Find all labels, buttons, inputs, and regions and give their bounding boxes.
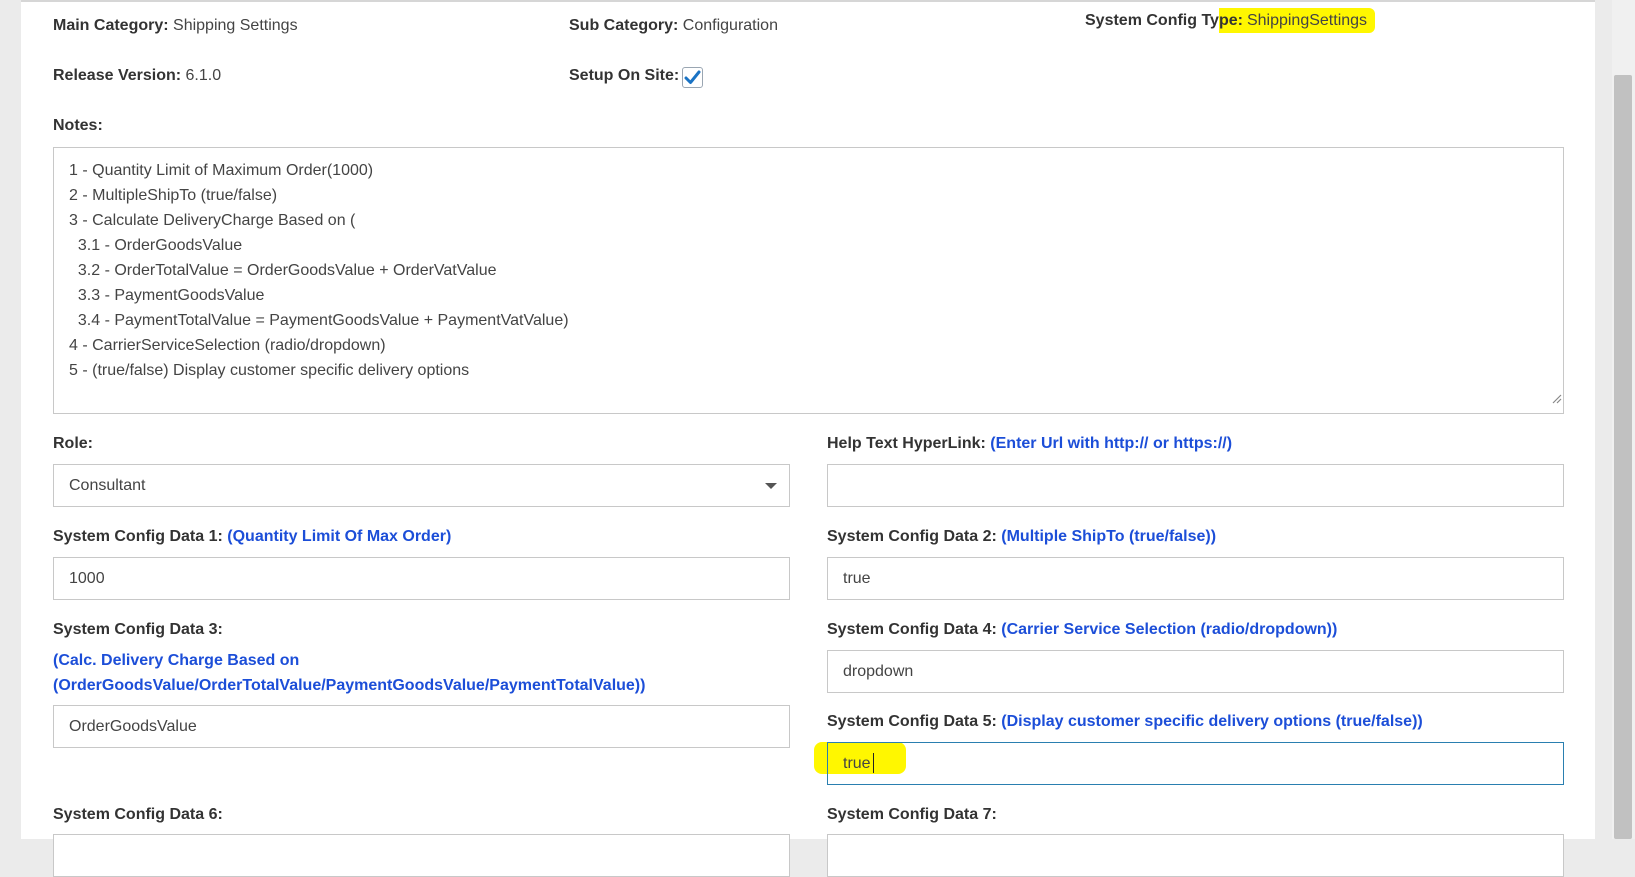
config-data-6-input[interactable]	[53, 834, 790, 877]
config-data-2-label: System Config Data 2:	[827, 528, 997, 545]
resize-grip-icon[interactable]	[1550, 387, 1562, 412]
config-data-4-heading: System Config Data 4: (Carrier Service S…	[827, 621, 1337, 639]
config-data-5-label: System Config Data 5:	[827, 713, 997, 730]
config-data-1-value: 1000	[69, 570, 105, 587]
config-data-3-hint-line1: (Calc. Delivery Charge Based on	[53, 652, 300, 669]
system-config-type-label: System Config Type:	[1085, 8, 1243, 33]
text-caret	[873, 753, 874, 773]
main-category-value: Shipping Settings	[173, 17, 298, 34]
config-data-2-heading: System Config Data 2: (Multiple ShipTo (…	[827, 528, 1216, 546]
sub-category: Sub Category: Configuration	[569, 17, 778, 35]
chevron-down-icon	[765, 483, 777, 489]
main-category: Main Category: Shipping Settings	[53, 17, 298, 35]
config-data-4-input[interactable]: dropdown	[827, 650, 1564, 693]
notes-textarea[interactable]: 1 - Quantity Limit of Maximum Order(1000…	[53, 147, 1564, 414]
config-data-3-label: System Config Data 3:	[53, 621, 223, 638]
sub-category-value: Configuration	[682, 17, 778, 34]
config-data-2-value: true	[843, 570, 871, 587]
config-data-3-hint-line2: (OrderGoodsValue/OrderTotalValue/Payment…	[53, 677, 646, 694]
notes-line: 3.1 - OrderGoodsValue	[69, 237, 243, 254]
config-data-5-value: true	[843, 755, 871, 772]
release-version-label: Release Version:	[53, 67, 182, 84]
config-data-1-label: System Config Data 1:	[53, 528, 223, 545]
checkmark-icon	[684, 70, 701, 84]
main-category-label: Main Category:	[53, 17, 169, 34]
config-data-7-label: System Config Data 7:	[827, 806, 997, 823]
notes-line: 2 - MultipleShipTo (true/false)	[69, 187, 278, 204]
help-link-hint: (Enter Url with http:// or https://)	[990, 435, 1233, 452]
config-data-5-input[interactable]: true	[827, 742, 1564, 785]
sub-category-label: Sub Category:	[569, 17, 679, 34]
release-version: Release Version: 6.1.0	[53, 67, 221, 85]
config-data-5-heading: System Config Data 5: (Display customer …	[827, 713, 1423, 731]
notes-line: 1 - Quantity Limit of Maximum Order(1000…	[69, 162, 374, 179]
notes-line: 3.4 - PaymentTotalValue = PaymentGoodsVa…	[69, 312, 569, 329]
notes-line: 4 - CarrierServiceSelection (radio/dropd…	[69, 337, 386, 354]
role-select[interactable]: Consultant	[53, 464, 790, 507]
release-version-value: 6.1.0	[185, 67, 222, 84]
config-data-7-input[interactable]	[827, 834, 1564, 877]
notes-line: 5 - (true/false) Display customer specif…	[69, 362, 470, 379]
config-data-2-input[interactable]: true	[827, 557, 1564, 600]
setup-on-site-label: Setup On Site:	[569, 67, 680, 84]
help-link-input[interactable]	[827, 464, 1564, 507]
system-config-type: System Config Type: ShippingSettings	[1085, 8, 1376, 33]
notes-line: 3 - Calculate DeliveryCharge Based on (	[69, 212, 356, 229]
help-link-label: Help Text HyperLink:	[827, 435, 986, 452]
setup-on-site-checkbox[interactable]	[682, 67, 703, 88]
config-data-2-hint: (Multiple ShipTo (true/false))	[1001, 528, 1217, 545]
config-data-4-hint: (Carrier Service Selection (radio/dropdo…	[1001, 621, 1338, 638]
system-config-type-value: ShippingSettings	[1242, 8, 1376, 33]
config-data-4-value: dropdown	[843, 663, 914, 680]
config-data-1-heading: System Config Data 1: (Quantity Limit Of…	[53, 528, 451, 546]
scrollbar-thumb[interactable]	[1614, 75, 1632, 839]
notes-line: 3.2 - OrderTotalValue = OrderGoodsValue …	[69, 262, 497, 279]
role-selected-value: Consultant	[69, 477, 146, 494]
role-label: Role:	[53, 435, 93, 452]
config-data-6-label: System Config Data 6:	[53, 806, 223, 823]
config-data-3-input[interactable]: OrderGoodsValue	[53, 705, 790, 748]
help-link-heading: Help Text HyperLink: (Enter Url with htt…	[827, 435, 1232, 453]
config-data-1-input[interactable]: 1000	[53, 557, 790, 600]
config-data-4-label: System Config Data 4:	[827, 621, 997, 638]
config-data-5-hint: (Display customer specific delivery opti…	[1001, 713, 1423, 730]
config-data-1-hint: (Quantity Limit Of Max Order)	[227, 528, 452, 545]
setup-on-site: Setup On Site:	[569, 67, 679, 85]
notes-line: 3.3 - PaymentGoodsValue	[69, 287, 265, 304]
config-data-3-value: OrderGoodsValue	[69, 718, 197, 735]
notes-label: Notes:	[53, 117, 103, 134]
